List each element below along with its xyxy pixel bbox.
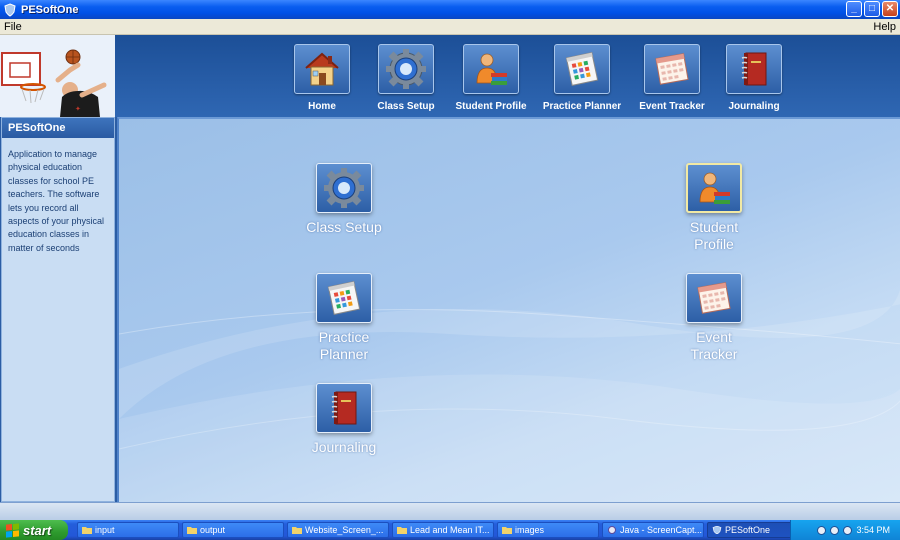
folder-icon bbox=[397, 527, 407, 534]
student-icon bbox=[699, 172, 730, 204]
student-profile-tile-button[interactable] bbox=[686, 163, 742, 213]
tile-journaling[interactable]: Journaling bbox=[304, 383, 384, 456]
task-item[interactable]: Java - ScreenCapt... bbox=[602, 522, 704, 538]
app-shield-icon bbox=[4, 2, 16, 17]
home-nav-button[interactable] bbox=[294, 44, 350, 94]
sidebar-title: PESoftOne bbox=[2, 118, 114, 138]
nav-student-profile[interactable]: Student Profile bbox=[441, 44, 541, 112]
task-item[interactable]: input bbox=[77, 522, 179, 538]
menu-bar: File Help bbox=[0, 19, 900, 35]
sidebar-description: Application to manage physical education… bbox=[8, 149, 105, 253]
tile-student-profile[interactable]: Student Profile bbox=[674, 163, 754, 253]
tile-event-tracker-label: Event Tracker bbox=[690, 329, 738, 362]
taskbar-tasks: input output Website_Screen_... Lead and… bbox=[77, 522, 809, 538]
nav-journaling[interactable]: Journaling bbox=[704, 44, 804, 112]
event-tracker-tile-button[interactable] bbox=[686, 273, 742, 323]
task-label: Lead and Mean IT... bbox=[410, 525, 490, 535]
maximize-button[interactable]: □ bbox=[864, 1, 880, 17]
tile-practice-planner-label: Practice Planner bbox=[318, 329, 370, 362]
menu-file[interactable]: File bbox=[4, 21, 22, 33]
task-label: Website_Screen_... bbox=[305, 525, 384, 535]
svg-text:✦: ✦ bbox=[75, 105, 81, 113]
event-tracker-nav-button[interactable] bbox=[644, 44, 700, 94]
gear-icon bbox=[324, 168, 364, 208]
java-icon bbox=[608, 526, 616, 534]
practice-planner-nav-button[interactable] bbox=[554, 44, 610, 94]
task-item[interactable]: Website_Screen_... bbox=[287, 522, 389, 538]
clock[interactable]: 3:54 PM bbox=[856, 525, 890, 535]
minimize-button[interactable]: _ bbox=[846, 1, 862, 17]
task-label: output bbox=[200, 525, 226, 535]
task-label: PESoftOne bbox=[725, 525, 771, 535]
title-bar: PESoftOne _ □ ✕ bbox=[0, 0, 900, 19]
tray-volume-icon[interactable] bbox=[830, 525, 840, 535]
sidebar-panel: PESoftOne Application to manage physical… bbox=[1, 117, 115, 502]
book-icon bbox=[741, 52, 767, 86]
gear-icon bbox=[386, 49, 426, 89]
tile-event-tracker[interactable]: Event Tracker bbox=[674, 273, 754, 363]
folder-icon bbox=[187, 527, 197, 534]
class-setup-nav-button[interactable] bbox=[378, 44, 434, 94]
tile-class-setup-label: Class Setup bbox=[306, 219, 382, 235]
nav-practice-planner[interactable]: Practice Planner bbox=[532, 44, 632, 112]
tile-practice-planner[interactable]: Practice Planner bbox=[304, 273, 384, 363]
task-item[interactable]: images bbox=[497, 522, 599, 538]
windows-flag-icon bbox=[6, 522, 19, 538]
nav-journaling-label: Journaling bbox=[728, 101, 780, 112]
class-setup-tile-button[interactable] bbox=[316, 163, 372, 213]
book-icon bbox=[331, 391, 357, 425]
practice-planner-tile-button[interactable] bbox=[316, 273, 372, 323]
student-profile-nav-button[interactable] bbox=[463, 44, 519, 94]
folder-icon bbox=[292, 527, 302, 534]
tile-student-profile-label: Student Profile bbox=[689, 219, 739, 252]
taskbar: start input output Website_Screen_... Le… bbox=[0, 520, 900, 540]
background-swoosh bbox=[119, 289, 900, 502]
start-label: start bbox=[23, 522, 52, 538]
student-icon bbox=[476, 53, 507, 85]
calendar-icon bbox=[697, 282, 731, 314]
status-bar bbox=[0, 502, 900, 520]
task-label: Java - ScreenCapt... bbox=[620, 525, 703, 535]
task-label: images bbox=[515, 525, 545, 535]
journaling-tile-button[interactable] bbox=[316, 383, 372, 433]
main-content-area: Class Setup Student Profile Practice Pla… bbox=[117, 117, 900, 502]
home-icon bbox=[305, 52, 339, 86]
window-title: PESoftOne bbox=[21, 3, 79, 16]
menu-help[interactable]: Help bbox=[873, 21, 896, 33]
task-label: input bbox=[95, 525, 115, 535]
folder-icon bbox=[82, 527, 92, 534]
system-tray: 3:54 PM bbox=[790, 520, 900, 540]
tile-class-setup[interactable]: Class Setup bbox=[304, 163, 384, 236]
basketball-player-logo: ✦ bbox=[0, 35, 115, 117]
close-button[interactable]: ✕ bbox=[882, 1, 898, 17]
tray-network-icon[interactable] bbox=[817, 525, 827, 535]
folder-icon bbox=[502, 527, 512, 534]
task-item[interactable]: Lead and Mean IT... bbox=[392, 522, 494, 538]
calendar-icon bbox=[655, 53, 689, 85]
tile-journaling-label: Journaling bbox=[311, 439, 377, 455]
journaling-nav-button[interactable] bbox=[726, 44, 782, 94]
header-toolbar: ✦ Home Class Setup Student Profile Pract… bbox=[0, 35, 900, 117]
nav-practice-planner-label: Practice Planner bbox=[542, 101, 622, 112]
start-button[interactable]: start bbox=[0, 520, 68, 540]
app-shield-icon bbox=[712, 526, 722, 534]
planner-icon bbox=[565, 52, 599, 86]
task-item[interactable]: output bbox=[182, 522, 284, 538]
tray-security-icon[interactable] bbox=[843, 525, 853, 535]
planner-icon bbox=[327, 281, 361, 315]
nav-student-profile-label: Student Profile bbox=[455, 101, 527, 112]
